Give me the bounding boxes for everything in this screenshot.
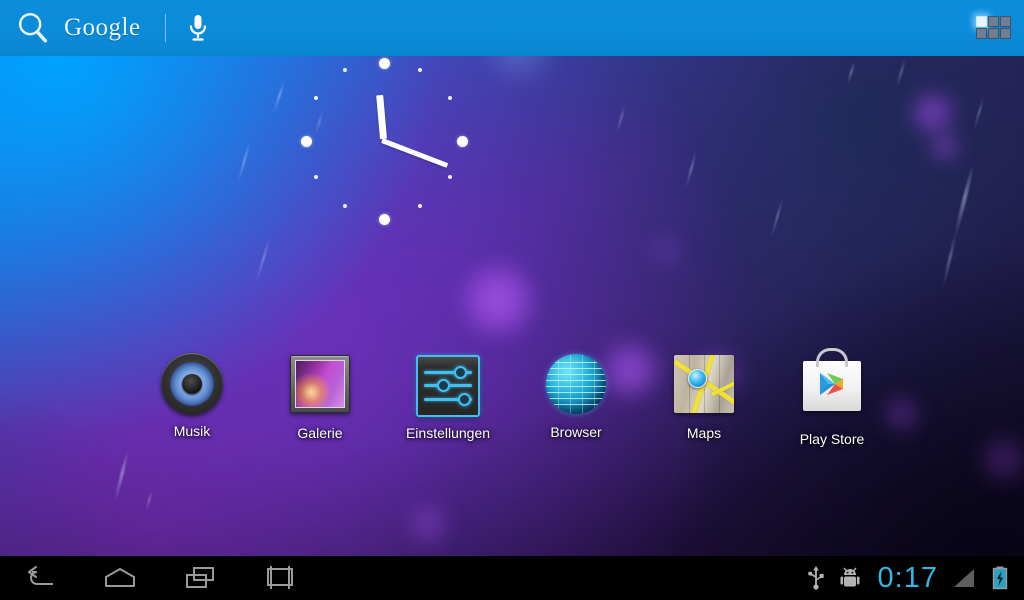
- app-label: Musik: [173, 423, 211, 439]
- search-icon[interactable]: [14, 9, 52, 47]
- clock-hour-mark-7: [343, 204, 347, 208]
- app-label: Einstellungen: [405, 425, 491, 441]
- system-navigation-bar: 0:17: [0, 556, 1024, 600]
- maps-folded-map-icon: [672, 355, 736, 419]
- clock-hour-mark-1: [418, 68, 422, 72]
- microphone-icon[interactable]: [186, 13, 210, 43]
- status-clock: 0:17: [877, 561, 938, 594]
- screenshot-button[interactable]: [240, 556, 320, 600]
- clock-hour-mark-6: [379, 214, 390, 225]
- back-button[interactable]: [0, 556, 80, 600]
- app-shortcut-musik[interactable]: Musik: [128, 352, 256, 439]
- analog-clock-widget[interactable]: [301, 58, 468, 225]
- android-debug-icon: [839, 565, 861, 591]
- clock-hour-mark-8: [314, 175, 318, 179]
- wallpaper-vignette: [0, 0, 1024, 556]
- status-bar-icons[interactable]: 0:17: [800, 556, 1016, 600]
- google-search-bar[interactable]: Google: [0, 0, 1024, 56]
- browser-globe-icon: [544, 354, 608, 418]
- back-arrow-icon: [28, 566, 53, 585]
- app-label: Maps: [686, 425, 722, 441]
- battery-charging-icon: [991, 565, 1009, 591]
- app-shortcut-browser[interactable]: Browser: [512, 352, 640, 440]
- signal-bars-icon: [951, 566, 977, 590]
- usb-icon: [807, 565, 825, 591]
- app-label: Galerie: [297, 425, 343, 441]
- app-shortcut-einstellungen[interactable]: Einstellungen: [384, 352, 512, 441]
- home-screen-app-row: Musik Galerie Einstellungen Browser Maps…: [0, 348, 1024, 448]
- clock-hour-mark-11: [343, 68, 347, 72]
- clock-hour-mark-2: [448, 96, 452, 100]
- play-store-bag-icon: [800, 348, 864, 425]
- clock-hour-mark-9: [301, 136, 312, 147]
- clock-hour-mark-4: [448, 175, 452, 179]
- google-wordmark: Google: [64, 14, 141, 41]
- search-divider: [164, 14, 166, 42]
- clock-hour-hand: [376, 94, 387, 140]
- recents-button[interactable]: [160, 556, 240, 600]
- screenshot-icon: [267, 566, 293, 589]
- gallery-frame-icon: [288, 355, 352, 419]
- android-home-screen: Google Musik Galerie Einstellungen Brows…: [0, 0, 1024, 600]
- home-icon: [105, 568, 135, 587]
- search-bar-left-group: Google: [10, 0, 210, 56]
- music-speaker-icon: [160, 353, 224, 417]
- apps-grid-icon[interactable]: [976, 11, 1011, 45]
- recent-apps-icon: [186, 567, 214, 588]
- clock-hour-mark-3: [457, 136, 468, 147]
- settings-sliders-icon: [416, 355, 480, 419]
- wallpaper[interactable]: [0, 0, 1024, 556]
- clock-hour-mark-5: [418, 204, 422, 208]
- clock-hour-mark-12: [379, 58, 390, 69]
- clock-hour-mark-10: [314, 96, 318, 100]
- app-label: Play Store: [799, 431, 865, 447]
- app-shortcut-maps[interactable]: Maps: [640, 352, 768, 441]
- app-label: Browser: [550, 424, 602, 440]
- app-shortcut-galerie[interactable]: Galerie: [256, 352, 384, 441]
- app-shortcut-play-store[interactable]: Play Store: [768, 348, 896, 447]
- home-button[interactable]: [80, 556, 160, 600]
- clock-minute-hand: [381, 138, 449, 168]
